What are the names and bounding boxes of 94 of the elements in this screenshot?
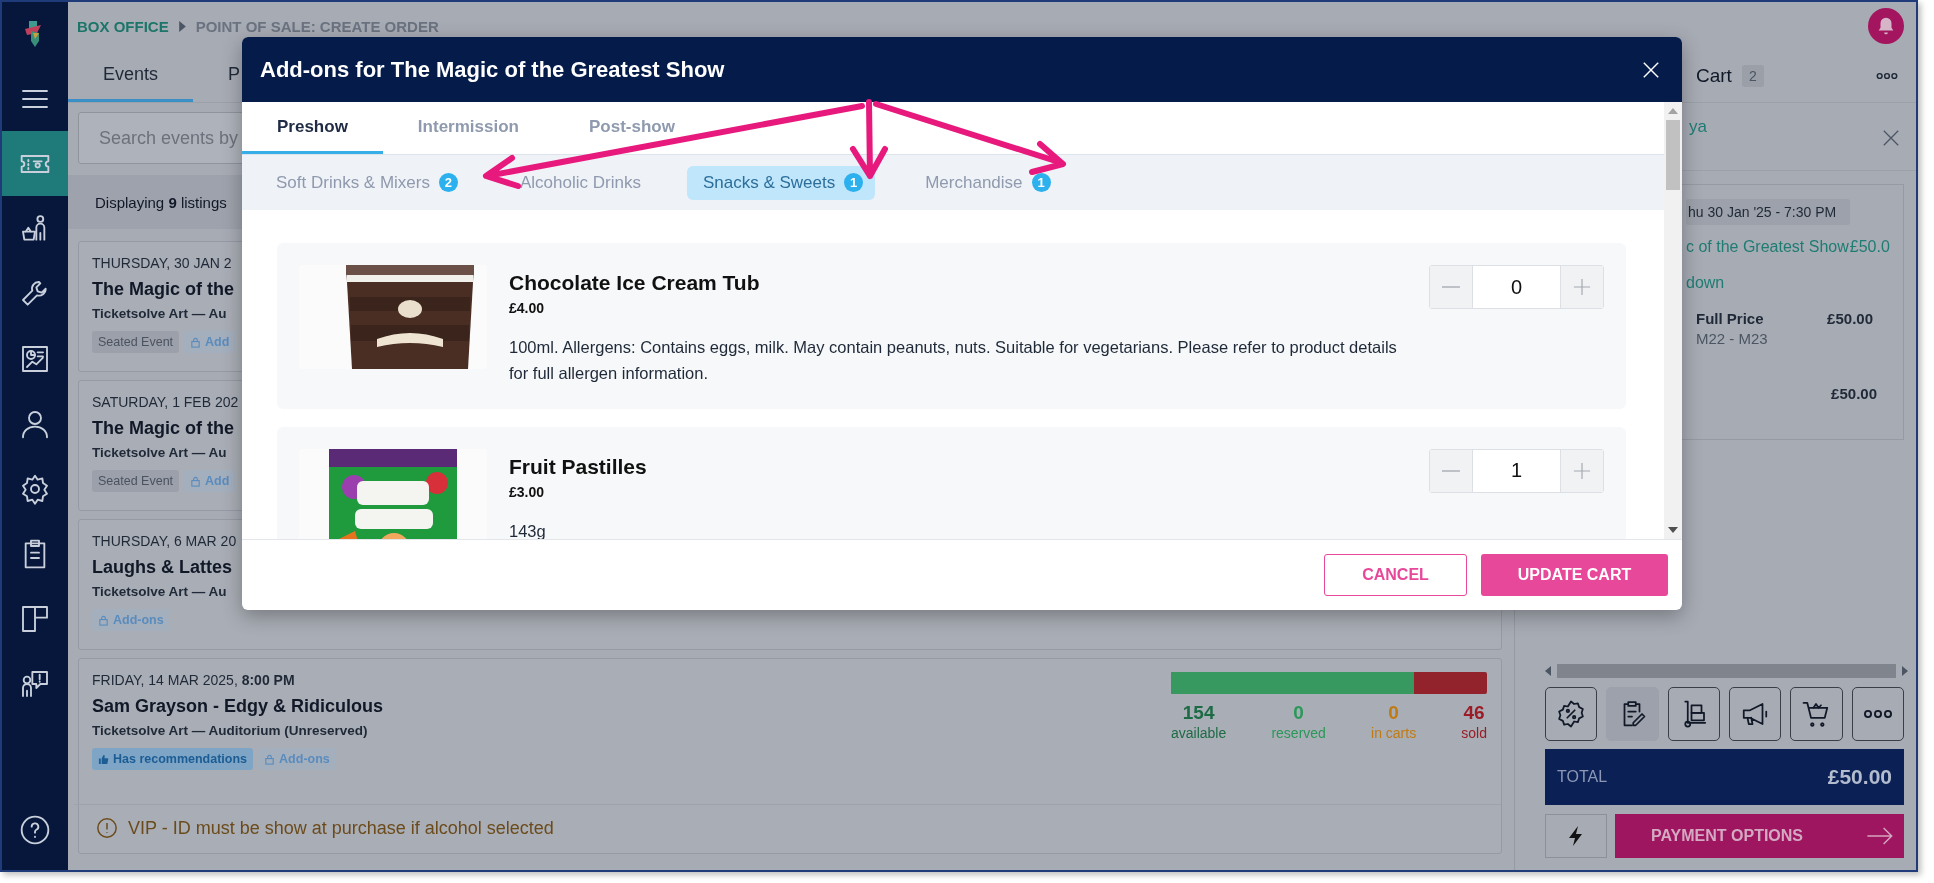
warning-icon [96,817,118,839]
tool-button[interactable] [1667,687,1720,741]
event-venue: Ticketsolve Art — Au [92,306,228,321]
scroll-left-icon[interactable] [1545,666,1551,676]
event-tag: Add-ons [92,609,170,631]
ticket-type: Full Price [1696,310,1764,327]
payment-options-button[interactable]: PAYMENT OPTIONS [1615,814,1904,858]
more-icon[interactable] [1876,72,1898,80]
cart-event-title[interactable]: c of the Greatest Show [1686,238,1849,255]
breadcrumb-current: POINT OF SALE: CREATE ORDER [195,17,439,35]
stat-label: sold [1461,725,1487,741]
category-tab[interactable]: Snacks & Sweets 1 [686,165,876,200]
product-name: Fruit Pastilles [509,454,648,479]
caret-icon [178,20,186,32]
event-title: Sam Grayson - Edgy & Ridiculous [92,696,384,717]
event-title: The Magic of the [92,418,235,439]
subtotal: £50.00 [1831,385,1877,402]
horizontal-scrollbar[interactable] [1545,663,1908,679]
notification-button[interactable] [1868,8,1904,44]
event-tag: Seated Event [92,331,180,353]
scroll-right-icon[interactable] [1902,666,1908,676]
event-date: FRIDAY, 14 MAR 2025, 8:00 PM [92,672,296,688]
category-tab[interactable]: Merchandise 1 [909,165,1063,200]
minus-icon [1442,286,1460,288]
tool-button[interactable] [1729,687,1782,741]
product-price: £4.00 [509,300,546,316]
minus-icon [1442,469,1460,472]
lock-icon [190,336,202,348]
event-note: VIP - ID must be show at purchase if alcohol selected [128,817,554,839]
dialog-title: Add-ons for The Magic of the Greatest Show [260,56,725,83]
arrow-right-icon [1866,827,1894,845]
scroll-thumb[interactable] [1557,664,1896,678]
thumbs-up-icon [98,753,109,765]
gear-icon [19,472,51,505]
seat-range: M22 - M23 [1696,330,1769,347]
event-tag: Has recommendations [92,748,254,770]
event-tag: Add [184,331,236,353]
quick-pay-button[interactable] [1545,814,1607,858]
event-date: THURSDAY, 30 JAN 2 [92,255,233,271]
event-venue: Ticketsolve Art — Auditorium (Unreserved) [92,723,369,738]
tool-button[interactable] [1790,687,1843,741]
stat-label: in carts [1371,725,1417,741]
update-cart-button[interactable]: UPDATE CART [1481,554,1668,596]
breakdown-link[interactable]: down [1686,274,1903,292]
cart-event-price: £50.0 [1849,238,1890,255]
lock-icon [98,614,109,626]
tool-button[interactable] [1606,687,1659,741]
event-venue: Ticketsolve Art — Au [92,584,228,599]
plus-icon [1573,278,1591,296]
stat-value: 0 [1387,702,1400,724]
help-icon [19,813,51,846]
event-venue: Ticketsolve Art — Au [92,445,228,460]
tab[interactable]: Events [68,50,194,102]
product-description: 100ml. Allergens: Contains eggs, milk. May contain peanuts, nuts. Suitable for vegetarians. Please refer to product details for full allergen information. [509,337,1398,385]
lock-icon [190,475,202,487]
event-date-chip: hu 30 Jan '25 - 7:30 PM [1686,199,1851,225]
product-name: Chocolate Ice Cream Tub [509,271,761,295]
scroll-down-icon[interactable] [1668,527,1678,533]
more-icon [1863,710,1892,718]
product-price: £3.00 [509,483,546,500]
cart-tab[interactable]: Cart [1696,65,1732,87]
plus-icon [1573,461,1591,480]
stat-value: 154 [1181,702,1216,724]
breadcrumb-link[interactable]: BOX OFFICE [77,17,169,35]
event-title: Laughs & Lattes [92,557,234,578]
customer-name[interactable]: ya [1689,117,1707,170]
category-tab[interactable]: Alcoholic Drinks [504,165,653,200]
listing-count: Displaying 9 listings [95,193,227,211]
quantity-field[interactable]: 1 [1472,449,1561,492]
more-button[interactable] [1851,687,1904,741]
percent-icon [1556,699,1587,729]
tool-button[interactable] [1545,687,1598,741]
event-tag: Add-ons [258,748,336,770]
stat-label: available [1171,725,1227,741]
vertical-scrollbar[interactable] [1664,102,1682,539]
event-tag: Add [184,470,236,492]
event-tag: Seated Event [92,470,180,492]
category-tab[interactable]: Soft Drinks & Mixers 2 [260,165,470,200]
event-title: The Magic of the [92,279,235,300]
stat-value: 46 [1462,702,1486,724]
tab[interactable]: Intermission [382,102,554,154]
cancel-button[interactable]: CANCEL [1324,554,1467,596]
event-date: SATURDAY, 1 FEB 202 [92,394,239,410]
event-date: THURSDAY, 6 MAR 20 [92,533,237,549]
cart-count: 2 [1741,65,1764,87]
quantity-field[interactable]: 0 [1472,266,1561,308]
lock-icon [264,753,276,765]
scroll-thumb[interactable] [1666,120,1680,190]
tab[interactable]: Post-show [553,102,710,154]
total-label: TOTAL [1557,768,1608,786]
stat-label: reserved [1271,725,1326,741]
stat-value: 0 [1292,702,1305,724]
line-price: £50.00 [1827,310,1873,327]
total-amount: £50.00 [1827,765,1892,789]
